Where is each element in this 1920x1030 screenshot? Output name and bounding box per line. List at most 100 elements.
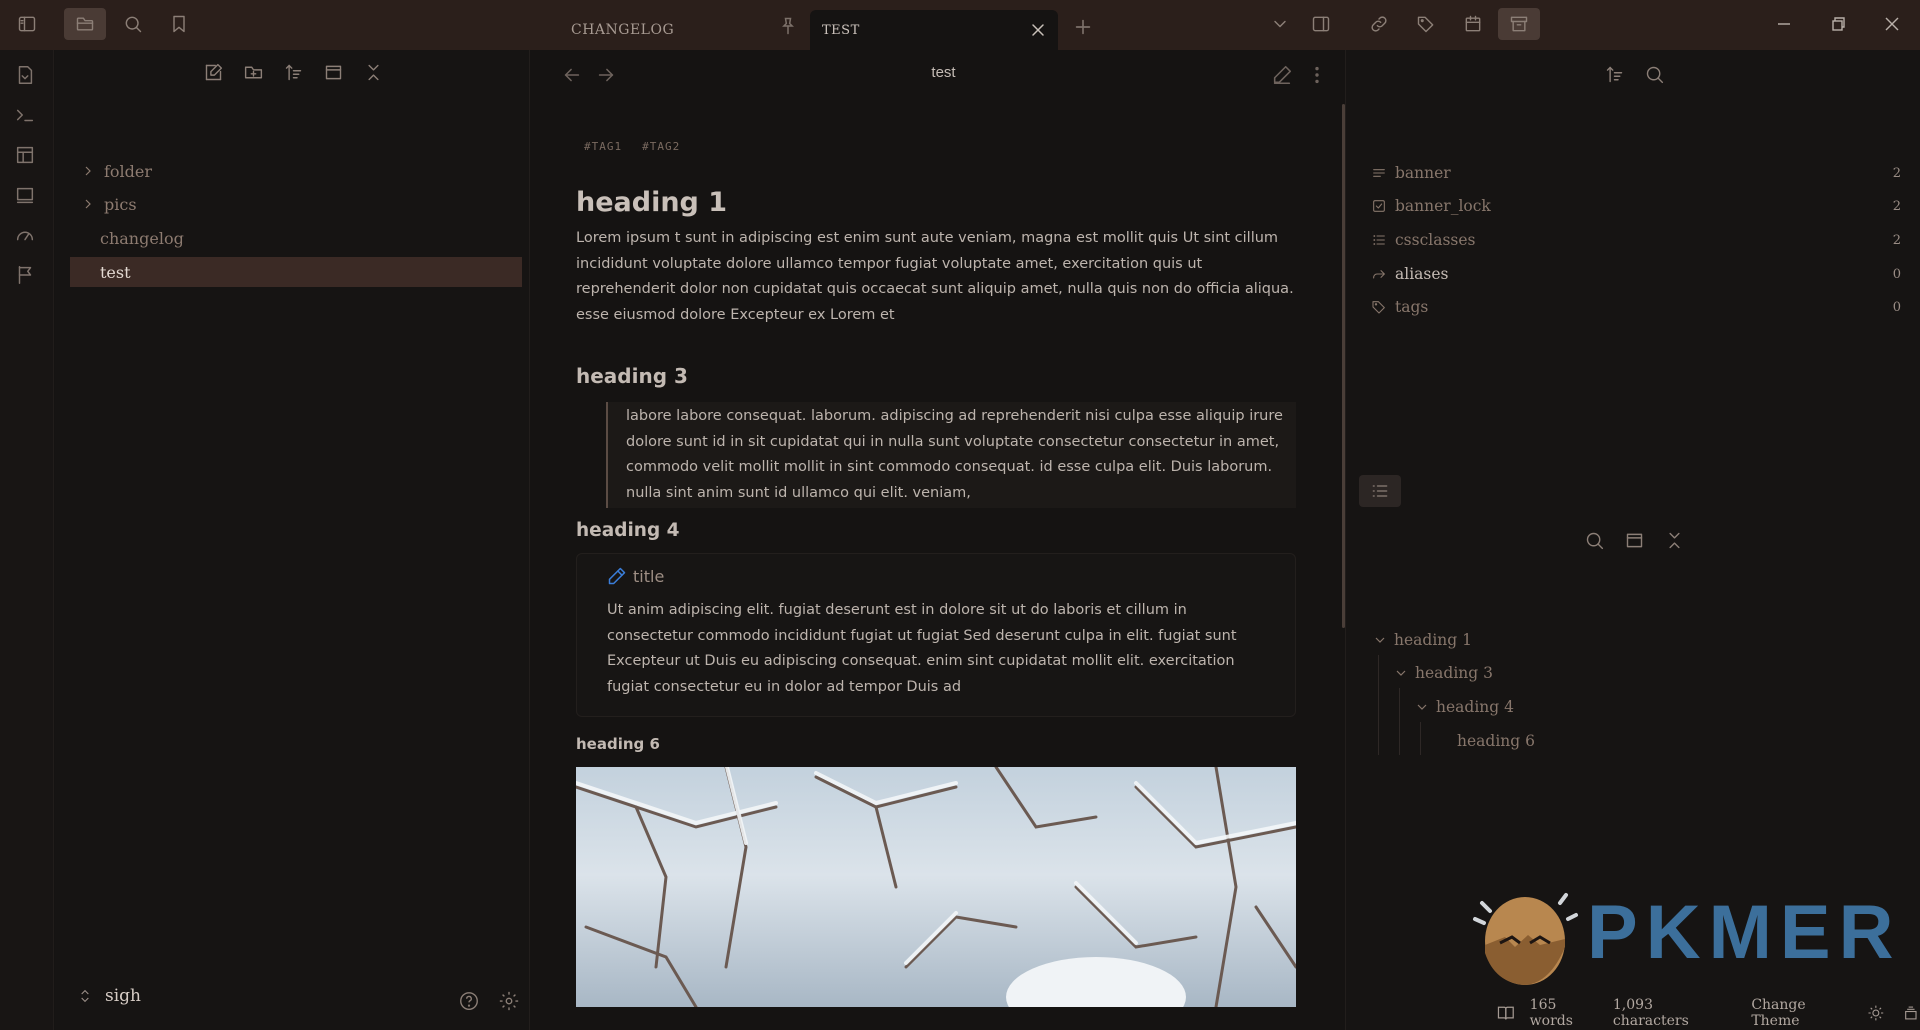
outline-tab-button[interactable] bbox=[1359, 475, 1401, 507]
property-banner-lock[interactable]: banner_lock 2 bbox=[1371, 191, 1901, 221]
sort-icon[interactable] bbox=[1604, 64, 1628, 88]
blockquote: labore labore consequat. laborum. adipis… bbox=[606, 402, 1296, 508]
sun-icon[interactable] bbox=[1867, 1004, 1885, 1022]
outline-guide bbox=[1420, 722, 1421, 755]
character-count: 1,093 characters bbox=[1612, 997, 1689, 1029]
property-cssclasses[interactable]: cssclasses 2 bbox=[1371, 225, 1901, 255]
chevron-right-icon bbox=[80, 163, 96, 179]
tree-folder-folder[interactable]: folder bbox=[70, 156, 522, 186]
close-window-icon[interactable] bbox=[1880, 12, 1904, 36]
more-options-icon[interactable] bbox=[1306, 64, 1328, 86]
note-content[interactable]: #TAG1 #TAG2 heading 1 Lorem ipsum t sunt … bbox=[576, 140, 1296, 1007]
tree-file-changelog[interactable]: changelog bbox=[70, 223, 522, 253]
layers-icon[interactable] bbox=[1902, 1004, 1920, 1022]
new-tab-icon[interactable] bbox=[1072, 16, 1094, 38]
collapse-all-icon[interactable] bbox=[1664, 530, 1688, 554]
pencil-icon bbox=[608, 567, 626, 585]
tab-test[interactable]: TEST bbox=[810, 10, 1058, 50]
paragraph: Lorem ipsum t sunt in adipiscing est eni… bbox=[576, 230, 1294, 323]
tab-list-dropdown[interactable] bbox=[1259, 8, 1301, 40]
edit-mode-icon[interactable] bbox=[1271, 64, 1293, 86]
toggle-left-sidebar-button[interactable] bbox=[6, 8, 48, 40]
tag[interactable]: #TAG1 bbox=[584, 140, 622, 153]
word-count: 165 words bbox=[1529, 997, 1573, 1029]
tree-folder-pics[interactable]: pics bbox=[70, 189, 522, 219]
auto-reveal-icon[interactable] bbox=[323, 62, 351, 90]
toggle-right-sidebar-button[interactable] bbox=[1300, 8, 1342, 40]
property-name: cssclasses bbox=[1395, 231, 1476, 249]
slides-icon[interactable] bbox=[14, 184, 40, 210]
search-button[interactable] bbox=[112, 8, 154, 40]
gauge-icon[interactable] bbox=[14, 224, 40, 250]
tree-file-test[interactable]: test bbox=[70, 257, 522, 287]
search-icon[interactable] bbox=[1584, 530, 1608, 554]
archive-button[interactable] bbox=[1498, 8, 1540, 40]
search-icon bbox=[125, 16, 142, 33]
tab-changelog[interactable]: CHANGELOG bbox=[545, 10, 795, 50]
new-note-icon[interactable] bbox=[203, 62, 231, 90]
list-icon bbox=[1372, 485, 1388, 497]
text-icon bbox=[1373, 169, 1385, 177]
outline-item-heading-6[interactable]: heading 6 bbox=[1457, 727, 1535, 755]
open-quick-switcher-icon[interactable] bbox=[14, 64, 40, 90]
editor-pane: test #TAG1 #TAG2 heading 1 Lorem ipsum t … bbox=[531, 50, 1338, 1030]
bookmark-icon bbox=[173, 15, 185, 33]
search-icon[interactable] bbox=[1644, 64, 1668, 88]
checkbox-icon bbox=[1373, 200, 1385, 212]
chevron-right-icon bbox=[80, 196, 96, 212]
property-tags[interactable]: tags 0 bbox=[1371, 292, 1901, 322]
backlinks-button[interactable] bbox=[1358, 8, 1400, 40]
sort-icon[interactable] bbox=[283, 62, 311, 90]
tags-icon bbox=[1417, 16, 1434, 33]
table-icon[interactable] bbox=[14, 144, 40, 170]
archive-icon bbox=[1510, 16, 1528, 32]
property-banner[interactable]: banner 2 bbox=[1371, 158, 1901, 188]
callout: title Ut anim adipiscing elit. fugiat de… bbox=[576, 553, 1296, 717]
sidebar-right-icon bbox=[1312, 16, 1330, 32]
tag[interactable]: #TAG2 bbox=[642, 140, 680, 153]
vault-switcher[interactable]: sigh bbox=[77, 986, 141, 1006]
new-folder-icon[interactable] bbox=[243, 62, 271, 90]
outline-item-label: heading 3 bbox=[1415, 664, 1493, 682]
collapse-all-icon[interactable] bbox=[363, 62, 391, 90]
outline-item-heading-4[interactable]: heading 4 bbox=[1414, 693, 1514, 721]
outline-item-heading-3[interactable]: heading 3 bbox=[1393, 659, 1493, 687]
tag-list: #TAG1 #TAG2 bbox=[584, 140, 1296, 153]
pin-icon[interactable] bbox=[778, 16, 798, 36]
property-name: tags bbox=[1395, 298, 1429, 316]
chevron-down-icon bbox=[1396, 670, 1406, 676]
minimize-icon[interactable] bbox=[1772, 12, 1796, 36]
bookmarks-button[interactable] bbox=[158, 8, 200, 40]
tab-label: TEST bbox=[822, 22, 860, 38]
calendar-button[interactable] bbox=[1452, 8, 1494, 40]
close-tab-icon[interactable] bbox=[1028, 20, 1048, 40]
property-name: aliases bbox=[1395, 265, 1449, 283]
ribbon bbox=[0, 50, 54, 1030]
tags-icon bbox=[1372, 301, 1385, 314]
book-icon[interactable] bbox=[1496, 1003, 1516, 1023]
outline-item-label: heading 4 bbox=[1436, 698, 1514, 716]
property-aliases[interactable]: aliases 0 bbox=[1371, 259, 1901, 289]
list-icon bbox=[1373, 235, 1385, 245]
change-theme-button[interactable]: Change Theme bbox=[1751, 997, 1856, 1029]
note-title[interactable]: test bbox=[531, 64, 1338, 81]
tab-label: CHANGELOG bbox=[571, 22, 675, 38]
callout-body: Ut anim adipiscing elit. fugiat deserunt… bbox=[607, 602, 1237, 695]
restore-icon[interactable] bbox=[1826, 12, 1850, 36]
heading-1: heading 1 bbox=[576, 187, 728, 218]
property-name: banner bbox=[1395, 164, 1451, 182]
property-count: 2 bbox=[1892, 198, 1901, 214]
terminal-icon[interactable] bbox=[14, 104, 40, 130]
flag-icon[interactable] bbox=[14, 264, 40, 290]
callout-title: title bbox=[607, 566, 1267, 586]
folder-open-icon bbox=[76, 17, 94, 31]
file-explorer-button[interactable] bbox=[64, 8, 106, 40]
help-icon[interactable] bbox=[458, 990, 482, 1014]
tags-button[interactable] bbox=[1405, 8, 1447, 40]
right-sidebar: banner 2 banner_lock 2 cssclasses 2 alia… bbox=[1345, 50, 1920, 1030]
pkmer-wordmark: PKMER bbox=[1587, 890, 1902, 975]
settings-gear-icon[interactable] bbox=[498, 990, 522, 1014]
outline-item-heading-1[interactable]: heading 1 bbox=[1372, 626, 1472, 654]
chevron-updown-icon bbox=[81, 989, 89, 1003]
auto-expand-icon[interactable] bbox=[1624, 530, 1648, 554]
